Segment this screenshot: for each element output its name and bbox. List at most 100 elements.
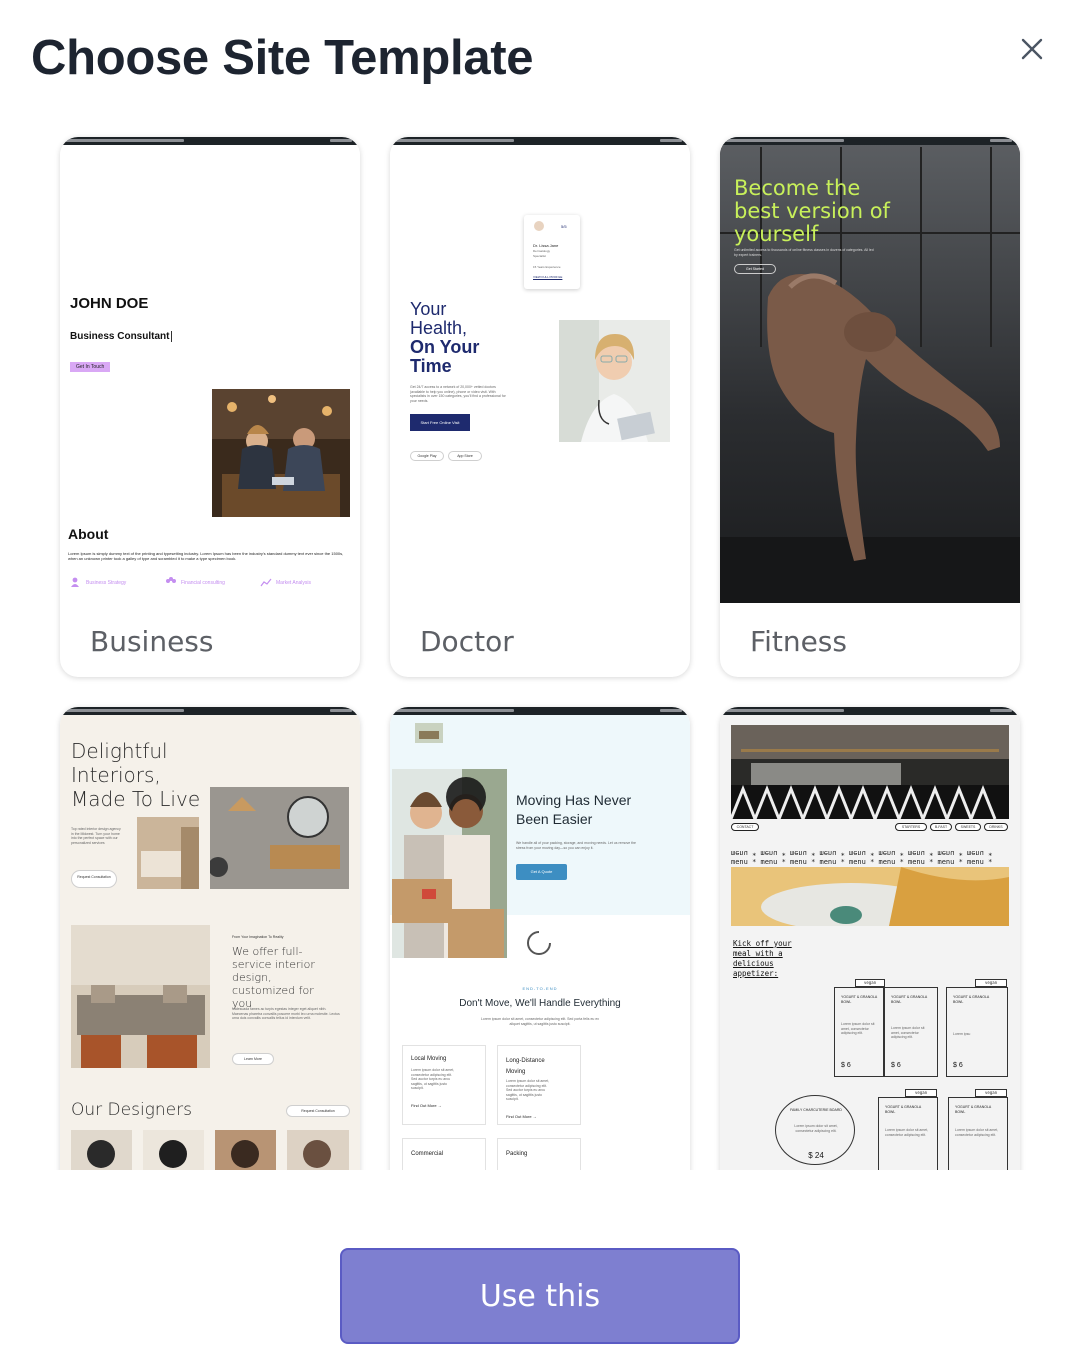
template-preview-fitness: Become the best version of yourself Get … [720,137,1020,603]
cafe-nav-item: STARTERS [895,823,927,831]
preview-name: JOHN DOE [70,295,149,312]
item-body: Lorem ipsum dolor sit amet, consectetur … [841,1022,875,1035]
cafe-menu-item: vegan YOGURT & GRANOLA BOWL Lorem ipsu $… [946,979,1008,1077]
moving-eyebrow: END-TO-END [522,986,558,991]
service-label: Financial consulting [181,580,225,586]
moving-headline: Moving Has Never Been Easier [516,792,632,827]
item-name: YOGURT & GRANOLA BOWL [891,995,928,1004]
interior-headline: Delightful Interiors, Made To Live [71,739,201,811]
team-icon [166,577,176,583]
interior-tag: From Your Imagination To Reality [232,935,284,939]
doctor-name: Dr. Lissa Jane [533,243,559,248]
doctor-link: VIEW FULL PROFILE [533,275,563,279]
use-this-button[interactable]: Use this [340,1248,740,1344]
template-preview-moving: Moving Has Never Been Easier We handle a… [390,707,690,1170]
item-name: YOGURT & GRANOLA BOWL [841,995,878,1004]
designer-photos [71,1130,349,1170]
item-name: YOGURT & GRANOLA BOWL [885,1105,922,1114]
interior-photo-sofa [71,925,210,1068]
template-grid[interactable]: JOHN DOE Business Consultant Get In Touc… [0,0,1084,1170]
service-body: Lorem ipsum dolor sit amet, consectetur … [411,1068,455,1090]
template-preview-doctor: 5/5 Dr. Lissa Jane Dermatology Specialis… [390,137,690,603]
doctor-profile-card: 5/5 Dr. Lissa Jane Dermatology Specialis… [524,215,580,289]
cafe-marquee-text: menu * menu * menu * menu * menu * menu … [731,849,993,857]
interior-photo-chair [137,817,199,889]
interior-designers-cta: Request Consultation [286,1105,350,1117]
item-body: Lorem ipsum dolor sit amet, consectetur … [891,1026,925,1039]
service-link: Find Out More → [506,1114,537,1119]
item-price: $ 6 [953,1062,963,1069]
moving-service-card: Packing [497,1138,581,1170]
fitness-headline: Become the best version of yourself [734,176,890,246]
interior-offer: We offer full-service interior design, c… [232,945,315,1010]
cafe-menu-item: vegan YOGURT & GRANOLA BOWL Lorem ipsum … [878,1089,938,1170]
moving-logo [415,723,443,743]
doctor-spec: Specialist [533,254,546,258]
interior-offer-body: Malesuada fames ac turpis egestas intege… [232,1007,340,1020]
store-badge: App Store [448,451,482,461]
headline-line: Your [410,299,447,319]
board-price: $ 24 [808,1151,824,1160]
template-card-fitness[interactable]: Become the best version of yourself Get … [720,137,1020,677]
cafe-menu-item: YOGURT & GRANOLA BOWL Lorem ipsum dolor … [884,987,938,1077]
cafe-board-item: FAMILY CHARCUTERIE BOARD Lorem ipsum dol… [775,1095,855,1165]
store-badge: Google Play [410,451,444,461]
item-body: Lorem ipsum dolor sit amet, consectetur … [955,1128,999,1137]
vegan-tag: vegan [855,979,885,987]
business-meeting-image [212,389,350,517]
moving-section-body: Lorem ipsum dolor sit amet, consectetur … [480,1017,600,1026]
vegan-tag: vegan [975,979,1007,987]
moving-photo [392,769,507,958]
interior-cta: Request Consultation [71,870,117,888]
doctor-rating: 5/5 [561,224,567,229]
template-label: Fitness [750,625,847,658]
template-card-cafe[interactable]: CONTACT STARTERS B-FAST SWEETS DRINKS me… [720,707,1020,1170]
moving-service-card: Commercial [402,1138,486,1170]
cafe-marquee-text: menu * menu * menu * menu * menu * menu … [731,858,993,866]
item-name: YOGURT & GRANOLA BOWL [955,1105,992,1114]
doctor-body: Get 24/7 access to a network of 20,000+ … [410,385,506,403]
preview-about-heading: About [68,526,109,542]
chart-icon [260,578,272,587]
template-preview-business: JOHN DOE Business Consultant Get In Touc… [60,137,360,603]
template-preview-interior: Delightful Interiors, Made To Live Top r… [60,707,360,1170]
cafe-coffee-photo [731,867,1009,926]
template-card-interior[interactable]: Delightful Interiors, Made To Live Top r… [60,707,360,1170]
cafe-menu-item: vegan YOGURT & GRANOLA BOWL Lorem ipsum … [948,1089,1008,1170]
cafe-nav-item: B-FAST [930,823,952,831]
template-label: Doctor [420,625,514,658]
preview-cta: Get In Touch [70,362,111,372]
template-card-doctor[interactable]: 5/5 Dr. Lissa Jane Dermatology Specialis… [390,137,690,677]
doctor-photo [559,320,670,442]
template-card-business[interactable]: JOHN DOE Business Consultant Get In Touc… [60,137,360,677]
doctor-avatar [534,221,544,231]
vegan-tag: vegan [975,1089,1007,1097]
template-card-moving[interactable]: Moving Has Never Been Easier We handle a… [390,707,690,1170]
preview-services: Business Strategy Financial consulting M… [70,574,350,588]
moving-body: We handle all of your packing, storage, … [516,841,636,850]
cafe-marquee-2: menu * menu * menu * menu * menu * menu … [731,858,1009,867]
vegan-tag: vegan [905,1089,937,1097]
interior-learn: Learn More [232,1053,274,1065]
moving-cta: Get A Quote [516,864,567,880]
service-label: Market Analysis [276,580,312,586]
moving-section-title: Don't Move, We'll Handle Everything [459,998,621,1009]
headline-line: Health, [410,318,468,338]
service-label: Business Strategy [86,580,127,586]
headline-line: Time [410,356,452,376]
cafe-nav-item: SWEETS [955,823,981,831]
item-body: Lorem ipsu [953,1032,971,1036]
service-link: Find Out More → [411,1103,442,1108]
cafe-bar-photo [731,725,1009,819]
board-body: Lorem ipsum dolor sit amet, consectetur … [794,1124,838,1133]
moving-service-card: Local Moving Lorem ipsum dolor sit amet,… [402,1045,486,1125]
interior-body: Top rated interior design agency in the … [71,827,121,845]
service-title: Long-Distance Moving [506,1058,545,1075]
doctor-cta: Start Free Online Visit [410,414,470,431]
headline-line: On Your [410,337,480,357]
moving-service-card: Long-Distance Moving Lorem ipsum dolor s… [497,1045,581,1125]
interior-photo-room [210,787,349,889]
doctor-headline: Your Health, On Your Time [410,300,479,376]
loading-spinner-icon [527,931,551,955]
fitness-cta: Get Started [734,264,776,274]
